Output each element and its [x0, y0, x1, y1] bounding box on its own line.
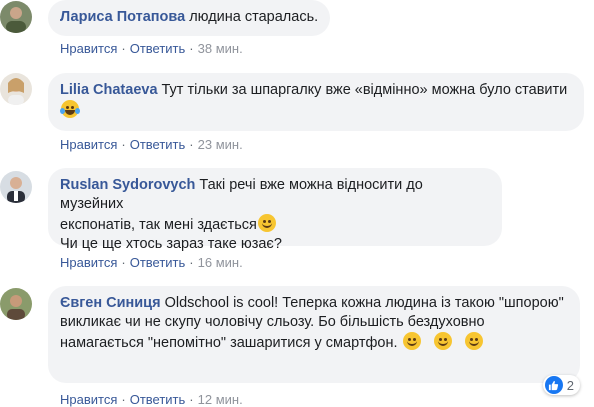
separator: · [121, 392, 126, 407]
like-button[interactable]: Нравится [60, 41, 117, 56]
laughing-tears-emoji-icon [60, 100, 80, 118]
avatar[interactable] [0, 1, 32, 33]
reply-button[interactable]: Ответить [130, 41, 186, 56]
reaction-count: 2 [566, 377, 574, 393]
comment-author[interactable]: Ruslan Sydorovych [60, 177, 195, 193]
comment-timestamp[interactable]: 12 мин. [198, 392, 243, 407]
smile-emoji-icon [464, 332, 483, 350]
comment-author[interactable]: Євген Синиця [60, 295, 161, 311]
comment-text-line: експонатів, так мені здається [60, 217, 257, 233]
separator: · [189, 41, 194, 56]
reply-button[interactable]: Ответить [130, 137, 186, 152]
comment-bubble: Лариса Потапова людина старалась. [48, 0, 331, 36]
comment-bubble: Євген Синиця Oldschool is cool! Теперка к… [48, 286, 580, 383]
comment-timestamp[interactable]: 16 мин. [198, 255, 243, 270]
separator: · [121, 137, 126, 152]
like-button[interactable]: Нравится [60, 137, 117, 152]
comment-bubble: Lilia Chataeva Тут тільки за шпаргалку вж… [48, 73, 584, 131]
avatar[interactable] [0, 288, 32, 320]
smile-emoji-icon [433, 332, 452, 350]
avatar[interactable] [0, 171, 32, 203]
comment-timestamp[interactable]: 23 мин. [198, 137, 243, 152]
comment-actions: Нравится · Ответить · 12 мин. [60, 392, 243, 407]
reply-button[interactable]: Ответить [130, 392, 186, 407]
separator: · [189, 392, 194, 407]
like-icon [544, 376, 563, 394]
comment-text: людина старалась. [189, 9, 319, 25]
comment-author[interactable]: Лариса Потапова [60, 9, 185, 25]
comment-bubble: Ruslan Sydorovych Такі речі вже можна від… [48, 168, 502, 252]
comment-actions: Нравится · Ответить · 23 мин. [60, 137, 243, 152]
separator: · [189, 137, 194, 152]
smile-emoji-icon [402, 332, 421, 350]
comment-actions: Нравится · Ответить · 16 мин. [60, 255, 243, 270]
comment-actions: Нравится · Ответить · 38 мин. [60, 41, 243, 56]
avatar[interactable] [0, 73, 32, 105]
reply-button[interactable]: Ответить [130, 255, 186, 270]
comment-text: Тут тільки за шпаргалку вже «відмінно» м… [161, 82, 568, 98]
like-button[interactable]: Нравится [60, 255, 117, 270]
smile-emoji-icon [257, 214, 276, 232]
comment-timestamp[interactable]: 38 мин. [198, 41, 243, 56]
like-button[interactable]: Нравится [60, 392, 117, 407]
separator: · [121, 255, 126, 270]
separator: · [121, 41, 126, 56]
comment-author[interactable]: Lilia Chataeva [60, 82, 158, 98]
comment-text-line: Чи це ще хтось зараз таке юзає? [60, 236, 282, 252]
reactions-badge[interactable]: 2 [542, 375, 580, 395]
separator: · [189, 255, 194, 270]
